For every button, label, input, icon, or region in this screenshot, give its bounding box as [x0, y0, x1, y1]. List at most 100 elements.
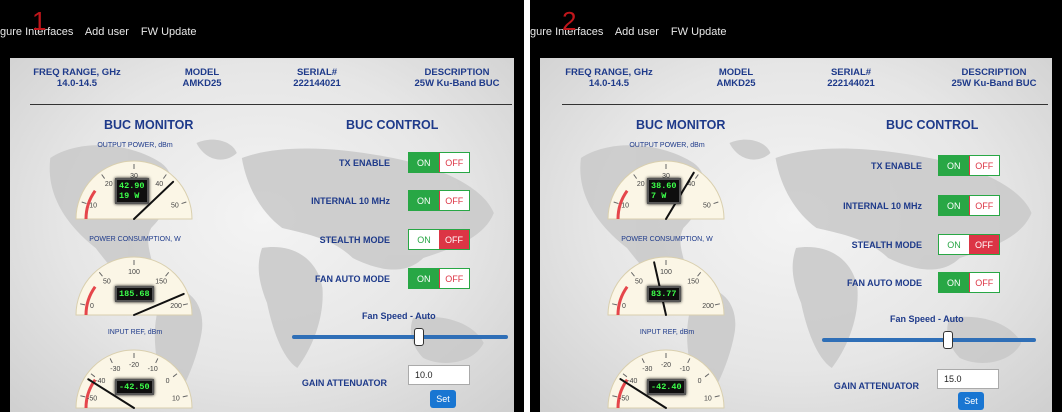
toggle-on-option[interactable]: ON: [409, 230, 439, 249]
gauge-tick-label: -30: [110, 366, 120, 373]
buc-content: FREQ RANGE, GHz 14.0-14.5 MODEL AMKD25 S…: [540, 58, 1052, 412]
toggle-off-option[interactable]: OFF: [438, 269, 469, 288]
fan-speed-slider-track[interactable]: [822, 338, 1036, 342]
header-divider: [30, 104, 512, 105]
fan-auto-mode-toggle[interactable]: ON OFF: [938, 272, 1000, 293]
header-freq-range: FREQ RANGE, GHz 14.0-14.5: [22, 67, 132, 89]
stealth-mode-toggle[interactable]: ON OFF: [938, 234, 1000, 255]
gauge-dial: -50-40-30-20-10010: [607, 349, 725, 409]
tx-enable-label: TX ENABLE: [870, 161, 922, 171]
toggle-on-option[interactable]: ON: [409, 153, 439, 172]
panel-number-label: 1: [32, 6, 47, 36]
toggle-off-option[interactable]: OFF: [968, 196, 999, 215]
description-value: 25W Ku-Band BUC: [414, 78, 500, 89]
power-consumption-gauge: 0 50 100 150 200 83.77: [605, 248, 727, 320]
gauge-tick-label: -10: [680, 366, 690, 373]
header-description: DESCRIPTION 25W Ku-Band BUC: [938, 67, 1050, 89]
input-ref-gauge: -50 -40 -30 -20 -10 0 10 -42.40: [605, 341, 727, 412]
gauge-tick-label: 150: [155, 278, 167, 285]
model-label: MODEL: [718, 67, 754, 78]
fan-speed-slider-thumb[interactable]: [414, 328, 425, 346]
header-model: MODEL AMKD25: [696, 67, 776, 89]
freq-range-label: FREQ RANGE, GHz: [33, 67, 121, 78]
header-serial: SERIAL# 222144021: [806, 67, 896, 89]
buc-monitor-title: BUC MONITOR: [636, 118, 726, 132]
toggle-on-option[interactable]: ON: [409, 269, 439, 288]
nav-link-add-user[interactable]: Add user: [85, 26, 129, 38]
gauge-tick-label: 50: [635, 278, 643, 285]
top-navbar: gure Interfaces Add user FW Update 2: [530, 0, 1062, 58]
power-consumption-label: POWER CONSUMPTION, W: [621, 236, 713, 243]
gauge-tick-label: 200: [702, 303, 714, 310]
input-ref-label: INPUT REF, dBm: [639, 329, 695, 336]
toggle-off-option[interactable]: OFF: [969, 235, 999, 254]
top-navbar: gure Interfaces Add user FW Update 1: [0, 0, 524, 58]
gain-set-button[interactable]: Set: [958, 392, 984, 410]
gauge-dial: 0 50 100 150 200: [607, 256, 725, 316]
input-ref-gauge: -50 -40 -30 -20 -10 0 10 -42.50: [73, 341, 195, 412]
toggle-off-option[interactable]: OFF: [439, 230, 469, 249]
gauge-tick-label: 10: [89, 203, 97, 210]
buc-control-title: BUC CONTROL: [886, 118, 979, 132]
nav-link-fw-update[interactable]: FW Update: [671, 26, 727, 38]
freq-range-value: 14.0-14.5: [56, 78, 98, 89]
fan-auto-mode-toggle[interactable]: ON OFF: [408, 268, 470, 289]
toggle-off-option[interactable]: OFF: [438, 153, 469, 172]
internal-10mhz-toggle[interactable]: ON OFF: [938, 195, 1000, 216]
nav-link-fw-update[interactable]: FW Update: [141, 26, 197, 38]
toggle-off-option[interactable]: OFF: [438, 191, 469, 210]
gauge-dial: -50-40-30-20-10010: [75, 349, 193, 409]
output-power-gauge: 10 20 30 40 50 38.60 7 W: [605, 152, 727, 224]
toggle-on-option[interactable]: ON: [939, 196, 969, 215]
stealth-mode-toggle[interactable]: ON OFF: [408, 229, 470, 250]
toggle-off-option[interactable]: OFF: [968, 273, 999, 292]
gauge-lcd-readout: 83.77: [647, 286, 681, 302]
gauge-tick-label: 10: [172, 395, 180, 402]
gauge-lcd-readout: 42.90 19 W: [115, 178, 149, 204]
gauge-tick-label: 50: [703, 203, 711, 210]
gauge-tick-label: 20: [105, 181, 113, 188]
header-freq-range: FREQ RANGE, GHz 14.0-14.5: [554, 67, 664, 89]
nav-link-add-user[interactable]: Add user: [615, 26, 659, 38]
input-ref-label: INPUT REF, dBm: [107, 329, 163, 336]
gauge-tick-label: 100: [660, 269, 672, 276]
serial-value: 222144021: [827, 78, 875, 89]
output-power-gauge: 10 20 30 40 50 42.90 19 W: [73, 152, 195, 224]
gauge-tick-label: -50: [619, 395, 629, 402]
gauge-tick-label: 0: [622, 303, 626, 310]
serial-label: SERIAL#: [296, 67, 338, 78]
fan-speed-slider-thumb[interactable]: [943, 331, 954, 349]
gain-attenuator-label: GAIN ATTENUATOR: [301, 378, 387, 388]
gauge-dial: 0 50 100 150 200: [75, 256, 193, 316]
fan-auto-mode-label: FAN AUTO MODE: [314, 274, 390, 284]
gauge-tick-label: -30: [642, 366, 652, 373]
toggle-on-option[interactable]: ON: [939, 156, 969, 175]
gain-attenuator-label: GAIN ATTENUATOR: [833, 381, 919, 391]
internal-10mhz-toggle[interactable]: ON OFF: [408, 190, 470, 211]
power-consumption-gauge: 0 50 100 150 200 185.68: [73, 248, 195, 320]
gauge-tick-label: 10: [704, 395, 712, 402]
serial-label: SERIAL#: [830, 67, 872, 78]
freq-range-value: 14.0-14.5: [588, 78, 630, 89]
gain-attenuator-input[interactable]: [937, 369, 999, 389]
gain-set-button[interactable]: Set: [430, 390, 456, 408]
toggle-on-option[interactable]: ON: [939, 273, 969, 292]
gauge-tick-label: 20: [637, 181, 645, 188]
buc-monitor-title: BUC MONITOR: [104, 118, 194, 132]
description-label: DESCRIPTION: [424, 67, 490, 78]
toggle-on-option[interactable]: ON: [939, 235, 969, 254]
gauge-tick-label: 150: [687, 278, 699, 285]
gauge-tick-label: 50: [103, 278, 111, 285]
stealth-mode-label: STEALTH MODE: [319, 235, 390, 245]
fan-speed-slider-track[interactable]: [292, 335, 508, 339]
gain-attenuator-input[interactable]: [408, 365, 470, 385]
toggle-off-option[interactable]: OFF: [968, 156, 999, 175]
gauge-tick-label: 40: [155, 181, 163, 188]
gauge-tick-label: 0: [698, 378, 702, 385]
internal-10mhz-label: INTERNAL 10 MHz: [843, 201, 922, 211]
gauge-tick-label: -10: [148, 366, 158, 373]
tx-enable-toggle[interactable]: ON OFF: [408, 152, 470, 173]
internal-10mhz-label: INTERNAL 10 MHz: [311, 196, 390, 206]
toggle-on-option[interactable]: ON: [409, 191, 439, 210]
tx-enable-toggle[interactable]: ON OFF: [938, 155, 1000, 176]
